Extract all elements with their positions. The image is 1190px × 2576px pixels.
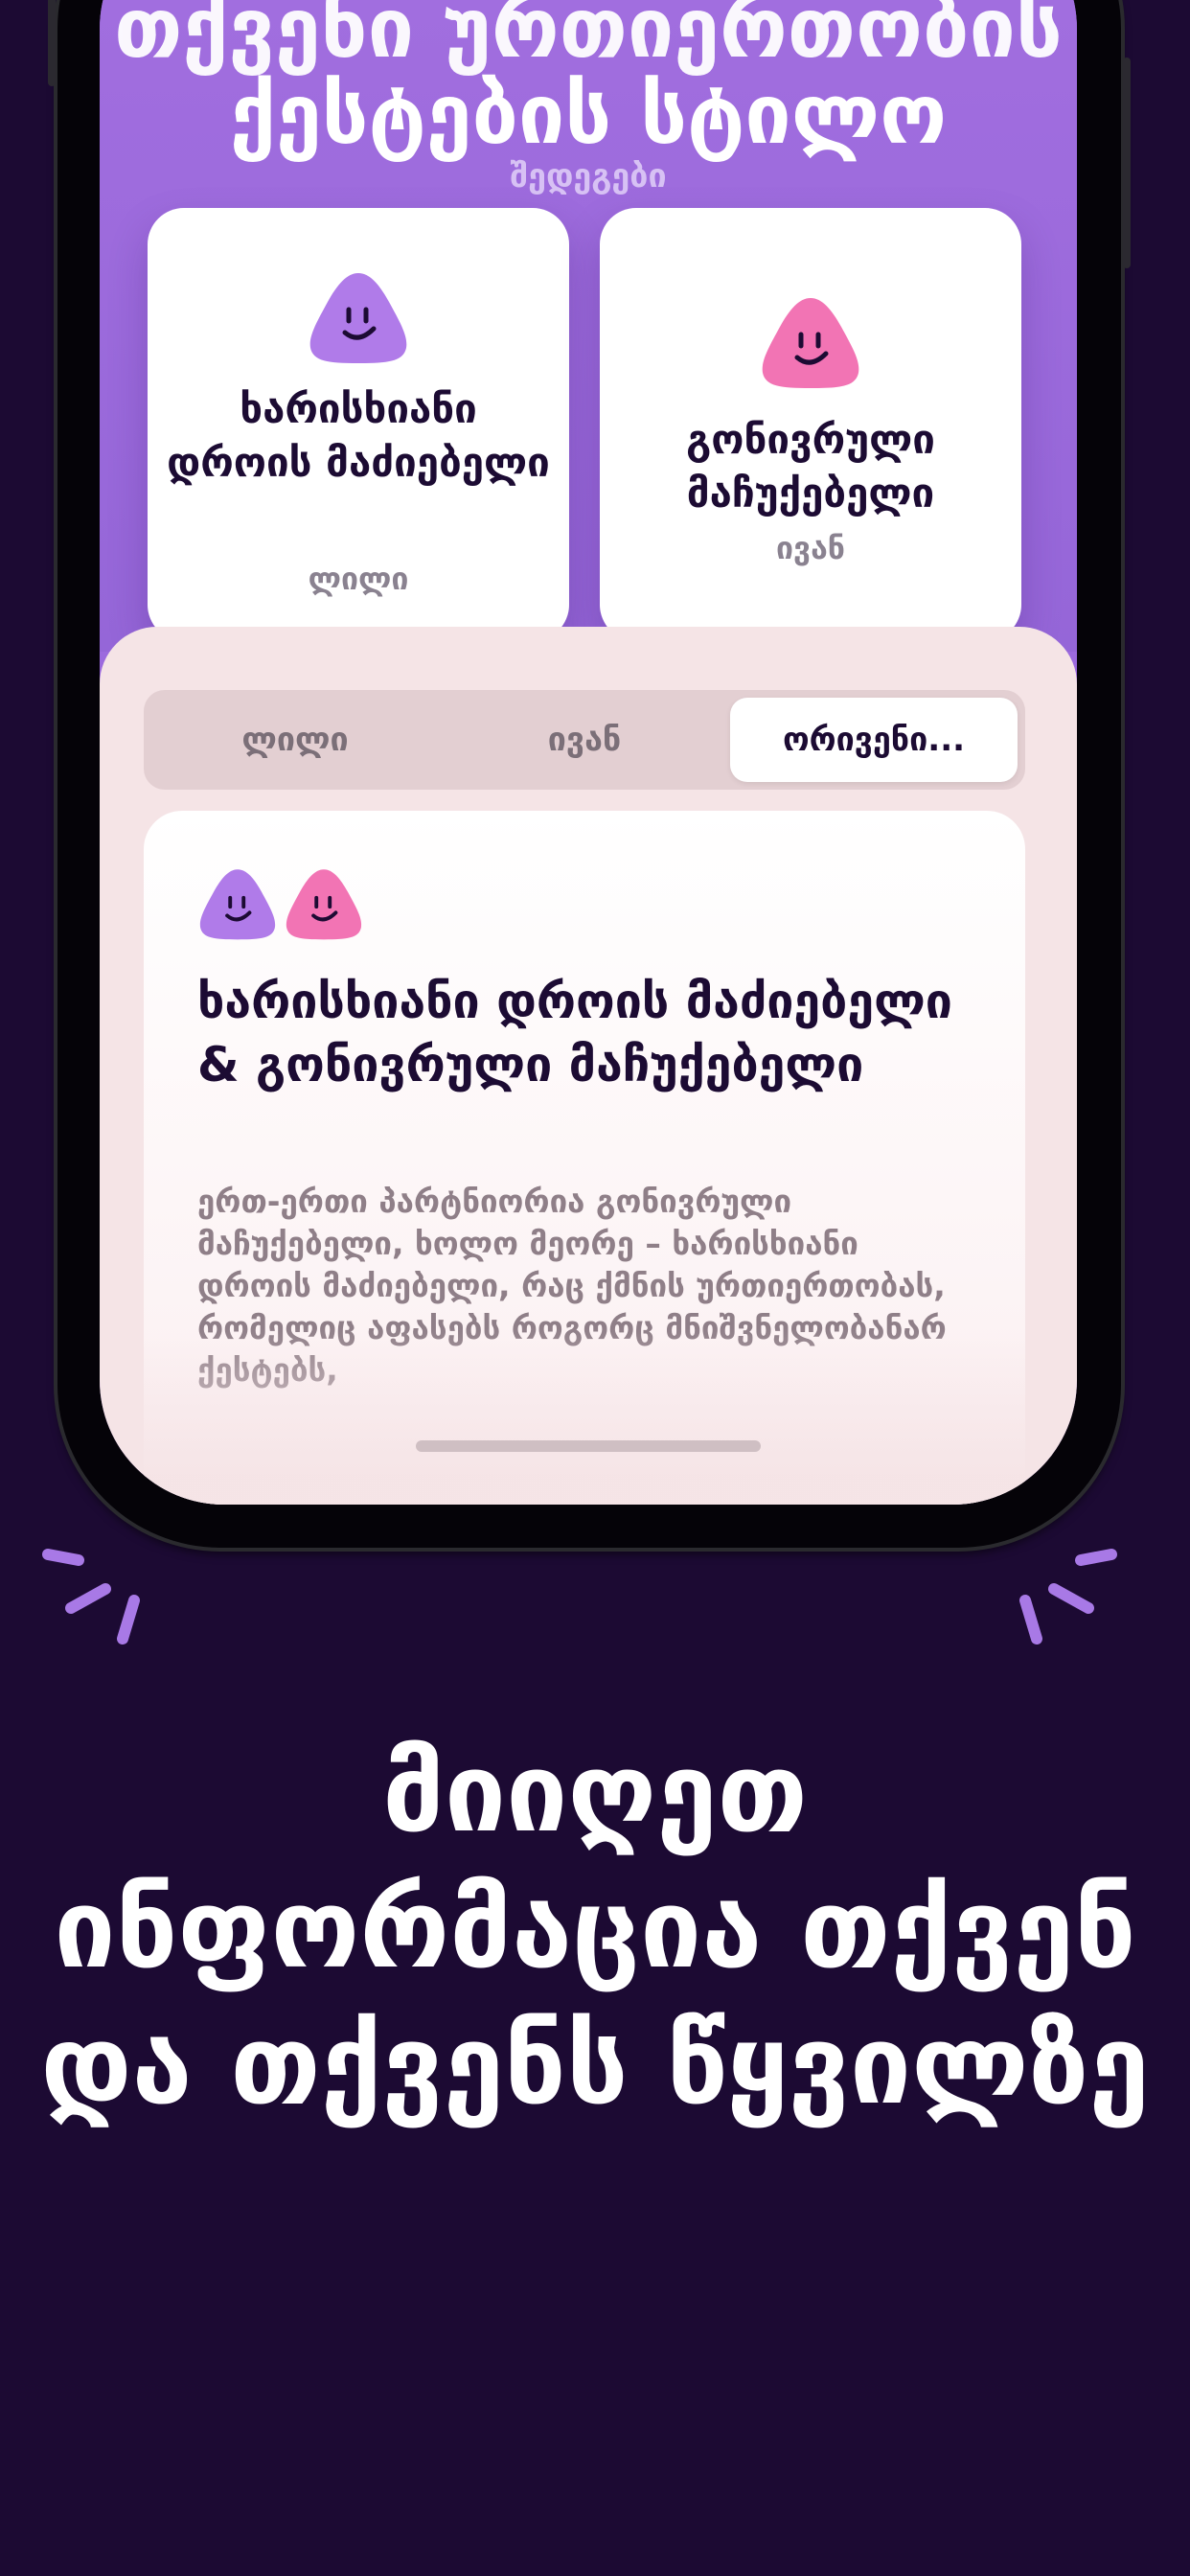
- app-screen: თქვენი ურთიერთობის ქესტების სტილო შედეგე…: [100, 0, 1077, 1505]
- hero-title-line1: თქვენი ურთიერთობის: [114, 0, 1063, 77]
- results-sheet: ლილი ივან ორივენი... ხარისხიანი დროის მა…: [100, 627, 1077, 1505]
- scroll-fade: [144, 1328, 1025, 1505]
- hero-subtitle: შედეგები: [510, 157, 667, 196]
- pink-smiley-blob-icon: [762, 298, 859, 388]
- combined-result-card[interactable]: ხარისხიანი დროის მაძიებელი & გონივრული მ…: [144, 811, 1025, 1505]
- promo-caption: მიიღეთ ინფორმაცია თქვენ და თქვენს წყვილზ…: [40, 1729, 1150, 2128]
- combined-result-title: ხარისხიანი დროის მაძიებელი & გონივრული მ…: [197, 974, 952, 1092]
- partner-card-lili[interactable]: ხარისხიანი დროის მაძიებელი ლილი: [148, 208, 569, 641]
- phone-frame: თქვენი ურთიერთობის ქესტების სტილო შედეგე…: [48, 0, 1131, 1548]
- purple-smiley-blob-icon: [309, 273, 407, 363]
- tab-ivan[interactable]: ივან: [441, 698, 728, 782]
- partner-card-ivan[interactable]: გონივრული მაჩუქებელი ივან: [600, 208, 1021, 641]
- results-header: თქვენი ურთიერთობის ქესტების სტილო შედეგე…: [100, 0, 1077, 652]
- sparkle-left-icon: [42, 1549, 140, 1644]
- partner-card-title: გონივრული მაჩუქებელი: [686, 416, 935, 517]
- home-indicator[interactable]: [416, 1440, 761, 1452]
- partner-segmented-control: ლილი ივან ორივენი...: [144, 690, 1025, 790]
- partner-card-title: ხარისხიანი დროის მაძიებელი: [167, 385, 550, 486]
- phone-volume-button: [48, 0, 56, 86]
- tab-lili[interactable]: ლილი: [151, 698, 439, 782]
- pink-smiley-blob-icon: [286, 869, 362, 940]
- phone-side-button: [1123, 58, 1131, 268]
- partner-card-name: ლილი: [308, 561, 409, 597]
- partner-card-name: ივან: [776, 530, 845, 566]
- sparkle-right-icon: [1019, 1549, 1117, 1644]
- tab-both[interactable]: ორივენი...: [730, 698, 1018, 782]
- hero-title-line2: ქესტების სტილო: [229, 67, 948, 163]
- purple-smiley-blob-icon: [199, 869, 276, 940]
